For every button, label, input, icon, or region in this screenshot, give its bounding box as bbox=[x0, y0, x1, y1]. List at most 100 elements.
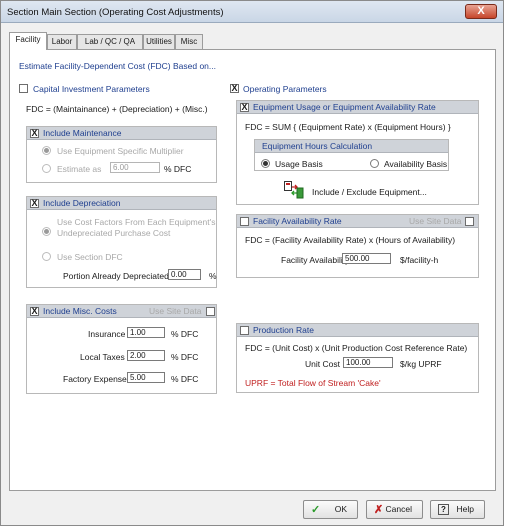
maintenance-group-header: X Include Maintenance bbox=[27, 127, 216, 140]
depreciation-group: X Include Depreciation Use Cost Factors … bbox=[26, 196, 217, 288]
tab-label: Facility bbox=[15, 35, 41, 44]
help-button[interactable]: ? Help bbox=[430, 500, 485, 519]
tab-label: Utilities bbox=[146, 37, 172, 46]
check-mark-icon: X bbox=[241, 102, 248, 112]
insurance-label: Insurance bbox=[88, 329, 126, 339]
fdc-heading: Estimate Facility-Dependent Cost (FDC) B… bbox=[19, 61, 216, 71]
equipment-usage-checkbox[interactable]: X bbox=[240, 103, 249, 112]
equipment-usage-label: Equipment Usage or Equipment Availabilit… bbox=[253, 102, 436, 112]
cancel-button-label: Cancel bbox=[385, 504, 412, 514]
checkmark-icon: ✓ bbox=[311, 504, 321, 516]
tab-misc[interactable]: Misc bbox=[175, 34, 203, 49]
facility-rate-unit: $/facility-h bbox=[400, 255, 439, 265]
production-rate-checkbox[interactable] bbox=[240, 326, 249, 335]
facility-formula: FDC = (Facility Availability Rate) x (Ho… bbox=[245, 235, 456, 245]
estimate-as-radio[interactable] bbox=[42, 164, 51, 173]
equipment-cost-factors-radio[interactable] bbox=[42, 227, 51, 236]
hours-calc-label: Equipment Hours Calculation bbox=[262, 141, 373, 151]
facility-use-site-data-checkbox[interactable] bbox=[465, 217, 474, 226]
check-mark-icon: X bbox=[31, 306, 38, 316]
window-title: Section Main Section (Operating Cost Adj… bbox=[7, 7, 224, 18]
local-taxes-input[interactable]: 2.00 bbox=[127, 350, 165, 361]
portion-depreciated-unit: % bbox=[209, 271, 217, 281]
tab-facility[interactable]: Facility bbox=[9, 32, 47, 50]
tab-labor[interactable]: Labor bbox=[47, 34, 77, 49]
portion-depreciated-input[interactable]: 0.00 bbox=[168, 269, 201, 280]
facility-use-site-data-label: Use Site Data bbox=[409, 216, 462, 226]
help-icon: ? bbox=[438, 504, 449, 515]
depreciation-group-header: X Include Depreciation bbox=[27, 197, 216, 210]
title-bar: Section Main Section (Operating Cost Adj… bbox=[1, 1, 503, 23]
equipment-usage-group-header: X Equipment Usage or Equipment Availabil… bbox=[237, 101, 478, 114]
production-formula: FDC = (Unit Cost) x (Unit Production Cos… bbox=[245, 343, 468, 353]
misc-costs-group-header: X Include Misc. Costs Use Site Data bbox=[27, 305, 216, 318]
facility-rate-input[interactable]: 500.00 bbox=[342, 253, 391, 264]
local-taxes-unit: % DFC bbox=[171, 352, 199, 362]
tab-label: Lab / QC / QA bbox=[84, 37, 136, 46]
capital-investment-checkbox[interactable] bbox=[19, 84, 28, 93]
insurance-input[interactable]: 1.00 bbox=[127, 327, 165, 338]
maintenance-group: X Include Maintenance Use Equipment Spec… bbox=[26, 126, 217, 183]
section-dfc-radio[interactable] bbox=[42, 252, 51, 261]
factory-expense-unit: % DFC bbox=[171, 374, 199, 384]
include-maintenance-checkbox[interactable]: X bbox=[30, 129, 39, 138]
hours-calc-group: Equipment Hours Calculation Usage Basis … bbox=[254, 139, 449, 171]
facility-rate-group-header: Facility Availability Rate Use Site Data bbox=[237, 215, 478, 228]
factory-expense-label: Factory Expense bbox=[63, 374, 127, 384]
equipment-multiplier-radio[interactable] bbox=[42, 146, 51, 155]
section-dfc-label: Use Section DFC bbox=[57, 252, 123, 262]
facility-rate-group: Facility Availability Rate Use Site Data… bbox=[236, 214, 479, 278]
tab-label: Labor bbox=[51, 37, 73, 46]
close-icon: X bbox=[477, 5, 485, 17]
equipment-usage-group: X Equipment Usage or Equipment Availabil… bbox=[236, 100, 479, 205]
check-mark-icon: X bbox=[31, 128, 38, 138]
capital-formula: FDC = (Maintainance) + (Depreciation) + … bbox=[26, 104, 208, 114]
ok-button[interactable]: ✓ OK bbox=[303, 500, 358, 519]
operating-parameters-label: Operating Parameters bbox=[243, 84, 327, 94]
availability-basis-radio[interactable] bbox=[370, 159, 379, 168]
tab-utilities[interactable]: Utilities bbox=[143, 34, 175, 49]
factory-expense-input[interactable]: 5.00 bbox=[127, 372, 165, 383]
check-mark-icon: X bbox=[31, 198, 38, 208]
check-mark-icon: X bbox=[231, 83, 238, 93]
include-exclude-equipment-link[interactable]: Include / Exclude Equipment... bbox=[312, 187, 427, 197]
maintenance-unit: % DFC bbox=[164, 164, 192, 174]
include-misc-label: Include Misc. Costs bbox=[43, 306, 117, 316]
local-taxes-label: Local Taxes bbox=[80, 352, 125, 362]
usage-basis-label: Usage Basis bbox=[275, 159, 323, 169]
cancel-button[interactable]: ✗ Cancel bbox=[366, 500, 423, 519]
unit-cost-input[interactable]: 100.00 bbox=[343, 357, 393, 368]
dialog-window: Section Main Section (Operating Cost Adj… bbox=[0, 0, 504, 526]
hours-calc-group-header: Equipment Hours Calculation bbox=[255, 140, 448, 153]
misc-use-site-data-checkbox[interactable] bbox=[206, 307, 215, 316]
portion-depreciated-label: Portion Already Depreciated bbox=[63, 271, 169, 281]
misc-costs-group: X Include Misc. Costs Use Site Data Insu… bbox=[26, 304, 217, 394]
equipment-cost-factors-label-1: Use Cost Factors From Each Equipment's bbox=[57, 217, 216, 227]
help-button-label: Help bbox=[456, 504, 474, 514]
misc-use-site-data-label: Use Site Data bbox=[149, 306, 202, 316]
facility-rate-checkbox[interactable] bbox=[240, 217, 249, 226]
equipment-multiplier-label: Use Equipment Specific Multiplier bbox=[57, 146, 184, 156]
availability-basis-label: Availability Basis bbox=[384, 159, 448, 169]
capital-investment-label: Capital Investment Parameters bbox=[33, 84, 150, 94]
tab-label: Misc bbox=[180, 37, 198, 46]
production-rate-group-header: Production Rate bbox=[237, 324, 478, 337]
close-button[interactable]: X bbox=[465, 4, 497, 19]
facility-rate-label: Facility Availability Rate bbox=[253, 216, 342, 226]
include-misc-checkbox[interactable]: X bbox=[30, 307, 39, 316]
maintenance-percent-input[interactable]: 6.00 bbox=[110, 162, 160, 173]
production-rate-group: Production Rate FDC = (Unit Cost) x (Uni… bbox=[236, 323, 479, 393]
include-depreciation-label: Include Depreciation bbox=[43, 198, 121, 208]
tab-lab-qc-qa[interactable]: Lab / QC / QA bbox=[77, 34, 143, 49]
include-depreciation-checkbox[interactable]: X bbox=[30, 199, 39, 208]
include-exclude-equipment-icon[interactable] bbox=[284, 181, 304, 199]
usage-basis-radio[interactable] bbox=[261, 159, 270, 168]
include-maintenance-label: Include Maintenance bbox=[43, 128, 122, 138]
ok-button-label: OK bbox=[334, 504, 347, 514]
production-rate-label: Production Rate bbox=[253, 325, 314, 335]
estimate-as-label: Estimate as bbox=[57, 164, 102, 174]
unit-cost-unit: $/kg UPRF bbox=[400, 359, 442, 369]
facility-tab-panel: Estimate Facility-Dependent Cost (FDC) B… bbox=[9, 49, 496, 491]
cancel-x-icon: ✗ bbox=[374, 504, 384, 516]
operating-parameters-checkbox[interactable]: X bbox=[230, 84, 239, 93]
